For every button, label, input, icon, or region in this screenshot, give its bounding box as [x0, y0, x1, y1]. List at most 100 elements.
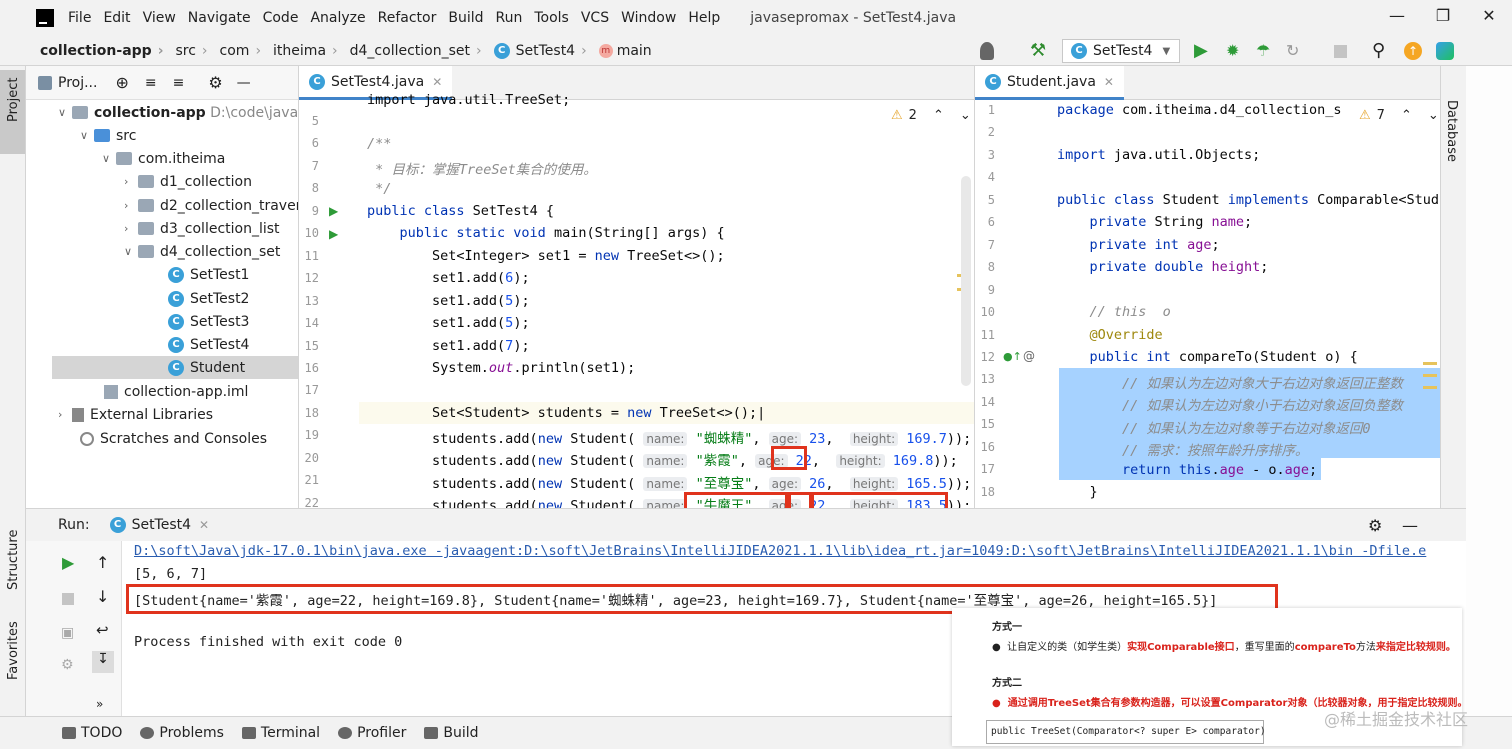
close-tab-icon[interactable]: ✕	[432, 75, 442, 89]
menu-help[interactable]: Help	[682, 10, 726, 26]
tree-class[interactable]: C SetTest1	[168, 263, 249, 286]
tree-class[interactable]: C SetTest2	[168, 287, 249, 310]
inspection-widget[interactable]: ⚠ 7 ⌃ ⌄	[1359, 108, 1439, 123]
chevron-down-icon: ▼	[1162, 45, 1171, 57]
breadcrumb-src[interactable]: src ›	[169, 43, 213, 59]
run-gutter-icon[interactable]: ▶	[329, 227, 338, 241]
profiler-tool-button[interactable]: Profiler	[338, 725, 406, 741]
code-line-1: package com.itheima.d4_collection_s	[1057, 102, 1342, 118]
run-config-select[interactable]: C SetTest4 ▼	[1062, 39, 1180, 63]
tree-root[interactable]: ∨ collection-app D:\code\javasep	[58, 101, 323, 124]
tree-src[interactable]: ∨ src	[80, 124, 136, 147]
build-hammer-icon[interactable]: ⚒	[1030, 42, 1048, 60]
gear-icon[interactable]: ⚙	[1368, 516, 1382, 535]
inspection-widget[interactable]: ⚠ 2 ⌃ ⌄	[891, 108, 971, 123]
profile-icon[interactable]: ↻	[1286, 42, 1304, 60]
code-line-6: private String name;	[1089, 214, 1253, 230]
more-icon[interactable]: »	[96, 697, 103, 711]
tab-student[interactable]: C Student.java ✕	[975, 66, 1124, 100]
locate-icon[interactable]: ⊕	[115, 73, 128, 92]
tree-external-libraries[interactable]: › External Libraries	[58, 403, 213, 426]
tree-package[interactable]: ∨ com.itheima	[102, 147, 225, 170]
hide-panel-icon[interactable]: —	[237, 75, 251, 91]
line-number: 20	[304, 450, 319, 465]
plugin-icon[interactable]	[1436, 42, 1454, 60]
search-icon[interactable]: ⚲	[1372, 42, 1390, 60]
tree-folder[interactable]: › d1_collection	[124, 170, 252, 193]
tree-scratches[interactable]: Scratches and Consoles	[80, 427, 267, 450]
breadcrumb-itheima[interactable]: itheima ›	[267, 43, 344, 59]
breadcrumb-project[interactable]: collection-app ›	[34, 43, 169, 59]
restore-icon[interactable]: ❐	[1420, 0, 1466, 36]
tree-class-selected[interactable]: C Student	[168, 356, 245, 379]
project-view-select[interactable]: Proj...	[58, 75, 97, 91]
menu-view[interactable]: View	[137, 10, 182, 26]
breadcrumb-package[interactable]: d4_collection_set ›	[344, 43, 488, 59]
run-tab[interactable]: C SetTest4 ✕	[109, 517, 209, 533]
menu-edit[interactable]: Edit	[97, 10, 136, 26]
breadcrumb-class[interactable]: C SetTest4 ›	[488, 42, 593, 59]
arrow-down-icon[interactable]: ↓	[96, 587, 109, 606]
run-gutter-icon[interactable]: ▶	[329, 204, 338, 218]
soft-wrap-icon[interactable]: ↩	[96, 621, 109, 639]
tree-iml[interactable]: collection-app.iml	[104, 380, 248, 403]
close-tab-icon[interactable]: ✕	[199, 518, 209, 532]
tree-class[interactable]: C SetTest3	[168, 310, 249, 333]
close-icon[interactable]: ✕	[1466, 0, 1512, 36]
structure-tool-label[interactable]: Structure	[6, 530, 21, 590]
menu-bar: File Edit View Navigate Code Analyze Ref…	[0, 0, 1512, 36]
menu-file[interactable]: File	[62, 10, 97, 26]
chevron-down-icon[interactable]: ⌄	[1428, 108, 1439, 123]
overlay-bullet-1: ● 让自定义的类（如学生类）实现Comparable接口，重写里面的compar…	[992, 642, 1456, 653]
menu-navigate[interactable]: Navigate	[182, 10, 257, 26]
tree-folder[interactable]: ∨ d4_collection_set	[124, 240, 280, 263]
stop-icon[interactable]	[1334, 45, 1347, 58]
editor-scrollbar[interactable]	[961, 176, 971, 386]
favorites-tool-label[interactable]: Favorites	[6, 621, 21, 680]
menu-run[interactable]: Run	[490, 10, 529, 26]
expand-all-icon[interactable]: ≡	[145, 75, 157, 91]
tree-folder[interactable]: › d2_collection_travers	[124, 194, 309, 217]
debug-icon[interactable]: ✹	[1226, 42, 1244, 60]
problems-tool-button[interactable]: Problems	[140, 725, 224, 741]
minimize-icon[interactable]: —	[1374, 0, 1420, 36]
breadcrumb-method[interactable]: m main	[593, 43, 658, 59]
chevron-down-icon[interactable]: ⌄	[960, 108, 971, 123]
scroll-to-end-icon[interactable]: ↧	[92, 651, 114, 673]
arrow-up-icon[interactable]: ↑	[96, 553, 109, 572]
rerun-icon[interactable]: ▶	[62, 553, 74, 572]
coverage-icon[interactable]: ☂	[1256, 42, 1274, 60]
breadcrumb-com[interactable]: com ›	[214, 43, 268, 59]
menu-tools[interactable]: Tools	[528, 10, 575, 26]
terminal-tool-button[interactable]: Terminal	[241, 725, 320, 741]
database-tool-label[interactable]: Database	[1444, 100, 1459, 162]
chevron-up-icon[interactable]: ⌃	[1401, 108, 1412, 123]
camera-icon[interactable]: ▣	[61, 625, 74, 641]
tree-class[interactable]: C SetTest4	[168, 333, 249, 356]
collapse-all-icon[interactable]: ≡	[173, 75, 185, 91]
user-icon[interactable]	[980, 42, 994, 60]
menu-vcs[interactable]: VCS	[575, 10, 615, 26]
code-line-7: * 目标：掌握TreeSet集合的使用。	[367, 162, 597, 178]
gear-icon[interactable]: ⚙	[208, 73, 222, 92]
menu-window[interactable]: Window	[615, 10, 682, 26]
menu-analyze[interactable]: Analyze	[304, 10, 371, 26]
settings-icon[interactable]: ⚙	[61, 657, 74, 673]
update-icon[interactable]: ↑	[1404, 42, 1422, 60]
menu-build[interactable]: Build	[442, 10, 489, 26]
chevron-up-icon[interactable]: ⌃	[933, 108, 944, 123]
console-command[interactable]: D:\soft\Java\jdk-17.0.1\bin\java.exe -ja…	[134, 543, 1426, 559]
close-tab-icon[interactable]: ✕	[1104, 75, 1114, 89]
todo-tool-button[interactable]: TODO	[62, 725, 122, 741]
class-icon: C	[493, 42, 510, 59]
run-icon[interactable]: ▶	[1194, 42, 1212, 60]
stop-icon[interactable]	[62, 593, 74, 605]
implements-gutter-icon[interactable]: ●↑	[1003, 350, 1022, 363]
editor-settest4: C SetTest4.java ✕ ⚠ 2 ⌃ ⌄ 5 6 7 8 9 10 11 12 13 14 15…	[298, 66, 974, 508]
chevron-down-icon: ∨	[124, 245, 133, 258]
tree-folder[interactable]: › d3_collection_list	[124, 217, 280, 240]
hide-panel-icon[interactable]: —	[1402, 516, 1418, 535]
menu-refactor[interactable]: Refactor	[372, 10, 443, 26]
menu-code[interactable]: Code	[257, 10, 305, 26]
build-tool-button[interactable]: Build	[424, 725, 479, 741]
